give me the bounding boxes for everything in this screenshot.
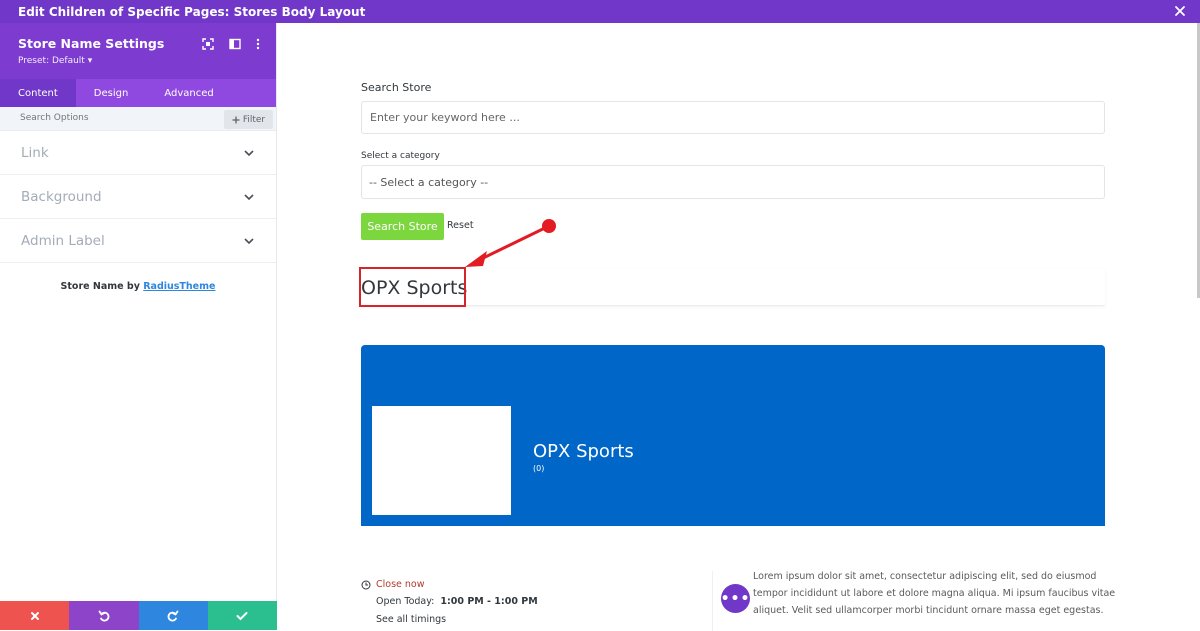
banner-store-name: OPX Sports — [533, 441, 634, 462]
option-group-label: Background — [21, 189, 102, 205]
open-today-row: Open Today: 1:00 PM - 1:00 PM — [376, 596, 538, 607]
tab-design[interactable]: Design — [76, 79, 147, 107]
module-credit: Store Name by RadiusTheme — [0, 281, 276, 292]
option-group-background[interactable]: Background — [0, 175, 276, 219]
banner-review-count: (0) — [533, 464, 545, 473]
category-select-value: -- Select a category -- — [369, 175, 489, 189]
redo-button[interactable] — [138, 601, 208, 630]
store-title-row: OPX Sports — [361, 269, 1105, 306]
open-status: Close now — [376, 579, 425, 590]
undo-button[interactable] — [69, 601, 139, 630]
settings-panel: Store Name Settings Preset: Default ▾ Co… — [0, 23, 277, 630]
search-options-input[interactable] — [20, 113, 200, 123]
preset-dropdown[interactable]: Preset: Default ▾ — [18, 56, 92, 66]
plus-icon — [232, 116, 240, 123]
redo-icon — [167, 610, 179, 621]
ellipsis-icon: ••• — [720, 590, 751, 607]
option-group-label: Link — [21, 145, 49, 161]
window-titlebar: Edit Children of Specific Pages: Stores … — [0, 0, 1200, 23]
window-title: Edit Children of Specific Pages: Stores … — [18, 4, 366, 19]
more-options-icon[interactable] — [252, 38, 264, 50]
close-icon[interactable] — [1172, 3, 1188, 19]
save-button[interactable] — [207, 601, 277, 630]
fullscreen-icon[interactable] — [202, 38, 214, 50]
check-icon — [236, 611, 248, 620]
panel-tabs: Content Design Advanced — [0, 79, 276, 107]
annotation-arrow — [465, 219, 556, 267]
more-actions-button[interactable]: ••• — [721, 584, 750, 613]
undo-icon — [98, 610, 110, 621]
credit-prefix: Store Name by — [60, 281, 144, 292]
tab-advanced[interactable]: Advanced — [146, 79, 231, 107]
chevron-down-icon — [244, 150, 254, 157]
category-select[interactable]: -- Select a category -- — [361, 165, 1105, 199]
option-group-link[interactable]: Link — [0, 131, 276, 175]
store-banner: OPX Sports (0) — [361, 345, 1105, 526]
see-all-timings-link[interactable]: See all timings — [376, 614, 446, 625]
filter-button[interactable]: Filter — [224, 110, 273, 129]
store-description: Lorem ipsum dolor sit amet, consectetur … — [753, 571, 1116, 616]
panel-action-bar — [0, 601, 277, 630]
panel-header: Store Name Settings Preset: Default ▾ — [0, 23, 276, 79]
option-group-admin-label[interactable]: Admin Label — [0, 219, 276, 263]
options-search-row: Filter — [0, 107, 276, 131]
filter-label: Filter — [242, 114, 266, 125]
discard-button[interactable] — [0, 601, 70, 630]
chevron-down-icon — [244, 238, 254, 245]
panel-title: Store Name Settings — [18, 36, 165, 51]
split-view-icon[interactable] — [229, 38, 241, 50]
open-today-label: Open Today: — [376, 596, 435, 607]
search-store-button[interactable]: Search Store — [361, 213, 444, 240]
chevron-down-icon — [244, 194, 254, 201]
page-preview: Search Store Select a category -- Select… — [277, 23, 1200, 631]
store-logo — [372, 406, 511, 515]
search-store-label: Search Store — [361, 81, 432, 94]
annotation-highlight-box — [359, 267, 466, 307]
open-today-value: 1:00 PM - 1:00 PM — [440, 596, 538, 607]
close-icon — [30, 611, 39, 620]
column-divider — [712, 571, 713, 631]
credit-link[interactable]: RadiusTheme — [143, 281, 215, 292]
tab-content[interactable]: Content — [0, 79, 76, 107]
option-group-label: Admin Label — [21, 233, 105, 249]
keyword-input[interactable] — [361, 101, 1105, 134]
clock-icon — [361, 580, 371, 590]
category-label: Select a category — [361, 151, 440, 161]
